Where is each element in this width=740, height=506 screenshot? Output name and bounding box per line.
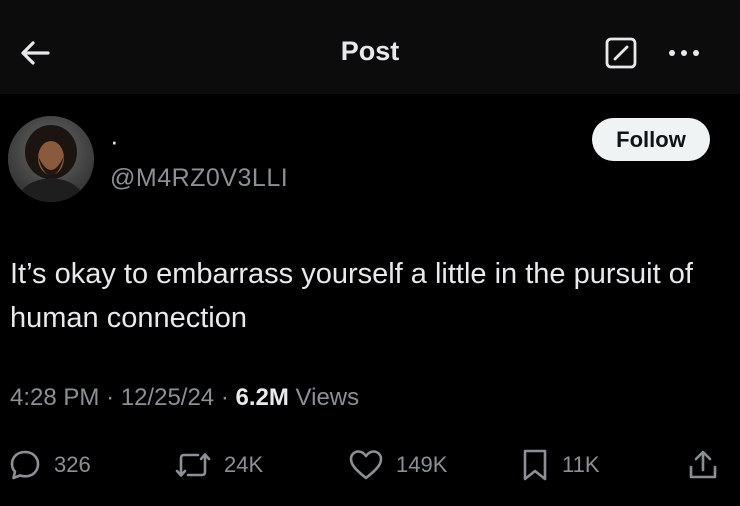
more-dots-icon xyxy=(669,50,699,56)
compose-icon xyxy=(605,37,637,69)
compose-button[interactable] xyxy=(604,36,638,70)
post-time[interactable]: 4:28 PM xyxy=(10,384,99,411)
avatar-photo xyxy=(8,116,94,202)
meta-separator: · xyxy=(220,384,236,411)
post-date[interactable]: 12/25/24 xyxy=(121,384,214,411)
repost-button[interactable]: 24K xyxy=(174,446,263,484)
bookmark-icon xyxy=(523,449,547,481)
post-meta: 4:28 PM · 12/25/24 · 6.2M Views xyxy=(10,384,359,412)
reply-button[interactable]: 326 xyxy=(8,446,91,484)
reply-count: 326 xyxy=(54,452,91,477)
more-options-button[interactable] xyxy=(664,40,704,66)
reply-icon xyxy=(10,450,40,480)
heart-icon xyxy=(349,450,383,480)
bookmark-button[interactable]: 11K xyxy=(520,446,600,484)
repost-count: 24K xyxy=(224,452,264,477)
like-count: 149K xyxy=(396,452,448,477)
meta-separator: · xyxy=(106,384,121,411)
user-handle[interactable]: @M4RZ0V3LLI xyxy=(110,164,288,193)
post-text: It’s okay to embarrass yourself a little… xyxy=(10,258,693,334)
share-icon xyxy=(689,450,717,479)
repost-icon xyxy=(175,453,211,477)
views-count[interactable]: 6.2M xyxy=(236,384,289,411)
views-label: Views xyxy=(295,384,360,411)
avatar[interactable] xyxy=(8,116,94,202)
follow-button[interactable]: Follow xyxy=(592,118,710,161)
top-bar: Post xyxy=(0,0,740,94)
display-name[interactable]: · xyxy=(110,128,119,154)
like-button[interactable]: 149K xyxy=(348,446,447,484)
bookmark-count: 11K xyxy=(562,452,600,477)
share-button[interactable] xyxy=(686,446,720,484)
